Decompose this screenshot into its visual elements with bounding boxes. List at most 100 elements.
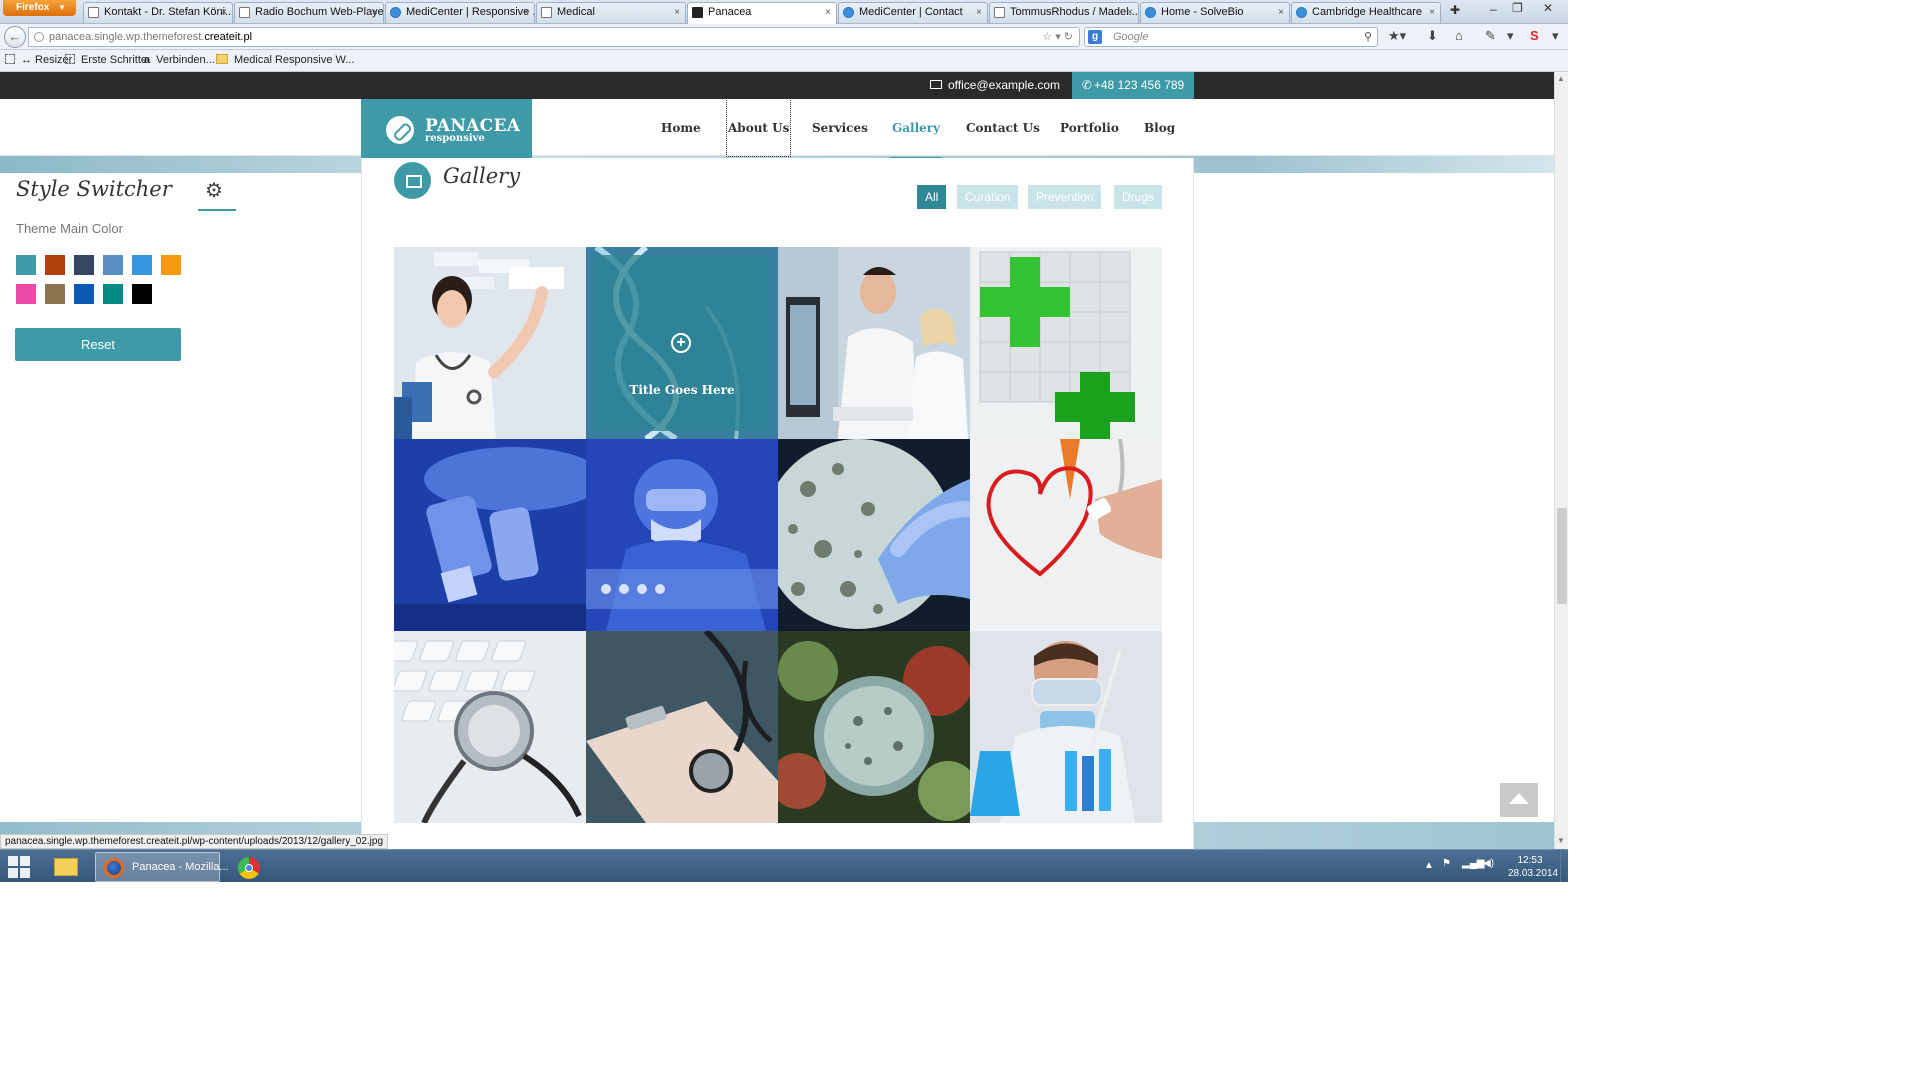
browser-tab[interactable]: Cambridge Healthcare ×: [1291, 2, 1441, 23]
color-swatch[interactable]: [74, 284, 94, 304]
firefox-menu-button[interactable]: Firefox ▼: [3, 0, 76, 16]
url-bar[interactable]: panacea.single.wp.themeforest.createit.p…: [28, 27, 1080, 47]
gear-icon[interactable]: ⚙: [205, 181, 223, 201]
color-swatch[interactable]: [45, 284, 65, 304]
bookmark-folder[interactable]: Medical Responsive W...: [216, 50, 354, 71]
volume-icon[interactable]: ◀): [1483, 858, 1494, 869]
browser-tab[interactable]: Radio Bochum Web-Player ×: [234, 2, 384, 23]
color-swatch[interactable]: [103, 255, 123, 275]
color-swatch[interactable]: [132, 284, 152, 304]
browser-tab[interactable]: MediCenter | Responsive ... ×: [385, 2, 535, 23]
gallery-item-stethoscope-keyboard[interactable]: [394, 631, 586, 823]
nav-about-us[interactable]: About Us: [725, 98, 792, 157]
addon-s-icon[interactable]: S: [1530, 28, 1539, 43]
filter-drugs[interactable]: Drugs: [1114, 185, 1163, 209]
gallery-item-clipboard[interactable]: [586, 631, 778, 823]
home-icon[interactable]: ⌂: [1455, 28, 1463, 43]
site-identity-icon[interactable]: [34, 32, 44, 42]
tray-expand-icon[interactable]: ▲: [1424, 860, 1434, 871]
nav-blog[interactable]: Blog: [1144, 99, 1175, 156]
tab-close-icon[interactable]: ×: [372, 3, 378, 22]
scroll-up-icon[interactable]: ▲: [1557, 74, 1565, 83]
browser-tab[interactable]: MediCenter | Contact ×: [838, 2, 988, 23]
browser-tab-active[interactable]: Panacea ×: [687, 2, 837, 24]
gallery-item-virus[interactable]: [778, 631, 970, 823]
menu-arrow-icon[interactable]: ▾: [1507, 28, 1514, 44]
scroll-to-top-button[interactable]: [1500, 783, 1538, 817]
gallery-item-microscope[interactable]: [394, 439, 586, 631]
restore-icon[interactable]: ❐: [1512, 1, 1523, 15]
gallery-item-cubes[interactable]: [970, 247, 1162, 439]
nav-portfolio[interactable]: Portfolio: [1060, 99, 1119, 156]
gallery-item-petri[interactable]: [778, 439, 970, 631]
tab-close-icon[interactable]: ×: [825, 3, 831, 22]
browser-tab[interactable]: Home - SolveBio ×: [1140, 2, 1290, 23]
contact-email[interactable]: office@example.com: [930, 72, 1060, 99]
close-window-icon[interactable]: ✕: [1543, 1, 1553, 15]
browser-tab[interactable]: Kontakt - Dr. Stefan Köni... ×: [83, 2, 233, 23]
color-swatch[interactable]: [74, 255, 94, 275]
bookmark-item[interactable]: ↔ Resizer: [5, 50, 72, 71]
hover-overlay[interactable]: + Title Goes Here: [594, 255, 770, 431]
gallery-item-researcher[interactable]: [586, 439, 778, 631]
gallery-item-chemist[interactable]: [970, 631, 1162, 823]
contact-phone[interactable]: ✆ +48 123 456 789: [1072, 72, 1194, 99]
bookmark-item[interactable]: Erste Schritte: [65, 50, 147, 71]
scrollbar-thumb[interactable]: [1557, 508, 1567, 604]
filter-prevention[interactable]: Prevention: [1028, 185, 1102, 209]
search-icon[interactable]: ⚲: [1364, 28, 1372, 46]
color-swatch[interactable]: [161, 255, 181, 275]
tab-close-icon[interactable]: ×: [1127, 3, 1133, 22]
bookmarks-menu-icon[interactable]: ★▾: [1388, 28, 1406, 44]
new-tab-icon[interactable]: ✚: [1450, 3, 1460, 17]
network-icon[interactable]: ▂▄▆: [1462, 858, 1484, 869]
tab-close-icon[interactable]: ×: [674, 3, 680, 22]
color-swatch[interactable]: [45, 255, 65, 275]
taskbar-chrome[interactable]: [232, 852, 268, 882]
system-clock[interactable]: 12:53 28.03.2014: [1508, 854, 1558, 880]
bookmark-item[interactable]: a Verbinden...: [144, 50, 215, 71]
reset-button[interactable]: Reset: [15, 328, 181, 361]
nav-services[interactable]: Services: [812, 99, 868, 156]
browser-tab[interactable]: Medical ×: [536, 2, 686, 23]
clock-time: 12:53: [1517, 855, 1543, 866]
show-desktop-button[interactable]: [1560, 850, 1568, 882]
site-logo[interactable]: PANACEA responsive: [361, 99, 532, 172]
tab-close-icon[interactable]: ×: [221, 3, 227, 22]
back-arrow-icon[interactable]: ←: [4, 26, 26, 48]
flag-icon[interactable]: ⚑: [1442, 858, 1451, 869]
color-swatch[interactable]: [132, 255, 152, 275]
tab-close-icon[interactable]: ×: [976, 3, 982, 22]
search-bar[interactable]: g Google ⚲: [1084, 27, 1378, 47]
gallery-item-dna[interactable]: + Title Goes Here: [586, 247, 778, 439]
taskbar-explorer[interactable]: [48, 852, 84, 882]
nav-contact-us[interactable]: Contact Us: [966, 99, 1040, 156]
tab-close-icon[interactable]: ×: [523, 3, 529, 22]
zoom-plus-icon[interactable]: +: [671, 333, 691, 353]
downloads-icon[interactable]: ⬇: [1427, 28, 1438, 44]
filter-curation[interactable]: Curation: [957, 185, 1019, 209]
addon-icon[interactable]: ✎: [1485, 28, 1496, 44]
tab-close-icon[interactable]: ×: [1429, 3, 1435, 22]
tab-close-icon[interactable]: ×: [1278, 3, 1284, 22]
scroll-down-icon[interactable]: ▼: [1557, 836, 1565, 845]
color-swatch[interactable]: [103, 284, 123, 304]
bookmark-star-icon[interactable]: ☆ ▾ ↻: [1042, 28, 1073, 46]
tab-label: Kontakt - Dr. Stefan Köni...: [104, 6, 233, 18]
google-engine-icon[interactable]: g: [1088, 30, 1102, 44]
nav-gallery[interactable]: Gallery: [889, 99, 943, 160]
page-scrollbar[interactable]: ▲ ▼: [1554, 72, 1568, 849]
minimize-icon[interactable]: –: [1490, 2, 1497, 16]
start-button[interactable]: [8, 856, 30, 878]
gallery-item-scientists[interactable]: [778, 247, 970, 439]
taskbar-firefox[interactable]: Panacea - Mozilla...: [95, 852, 229, 882]
filter-all[interactable]: All: [917, 185, 947, 209]
color-swatch[interactable]: [16, 284, 36, 304]
browser-tab[interactable]: TommusRhodus / Madel... ×: [989, 2, 1139, 23]
overflow-arrow-icon[interactable]: ▾: [1552, 28, 1559, 44]
gallery-item-nurse[interactable]: [394, 247, 586, 439]
nav-home[interactable]: Home: [661, 99, 701, 156]
theme-color-label: Theme Main Color: [16, 221, 123, 236]
gallery-item-heart[interactable]: [970, 439, 1162, 631]
color-swatch[interactable]: [16, 255, 36, 275]
